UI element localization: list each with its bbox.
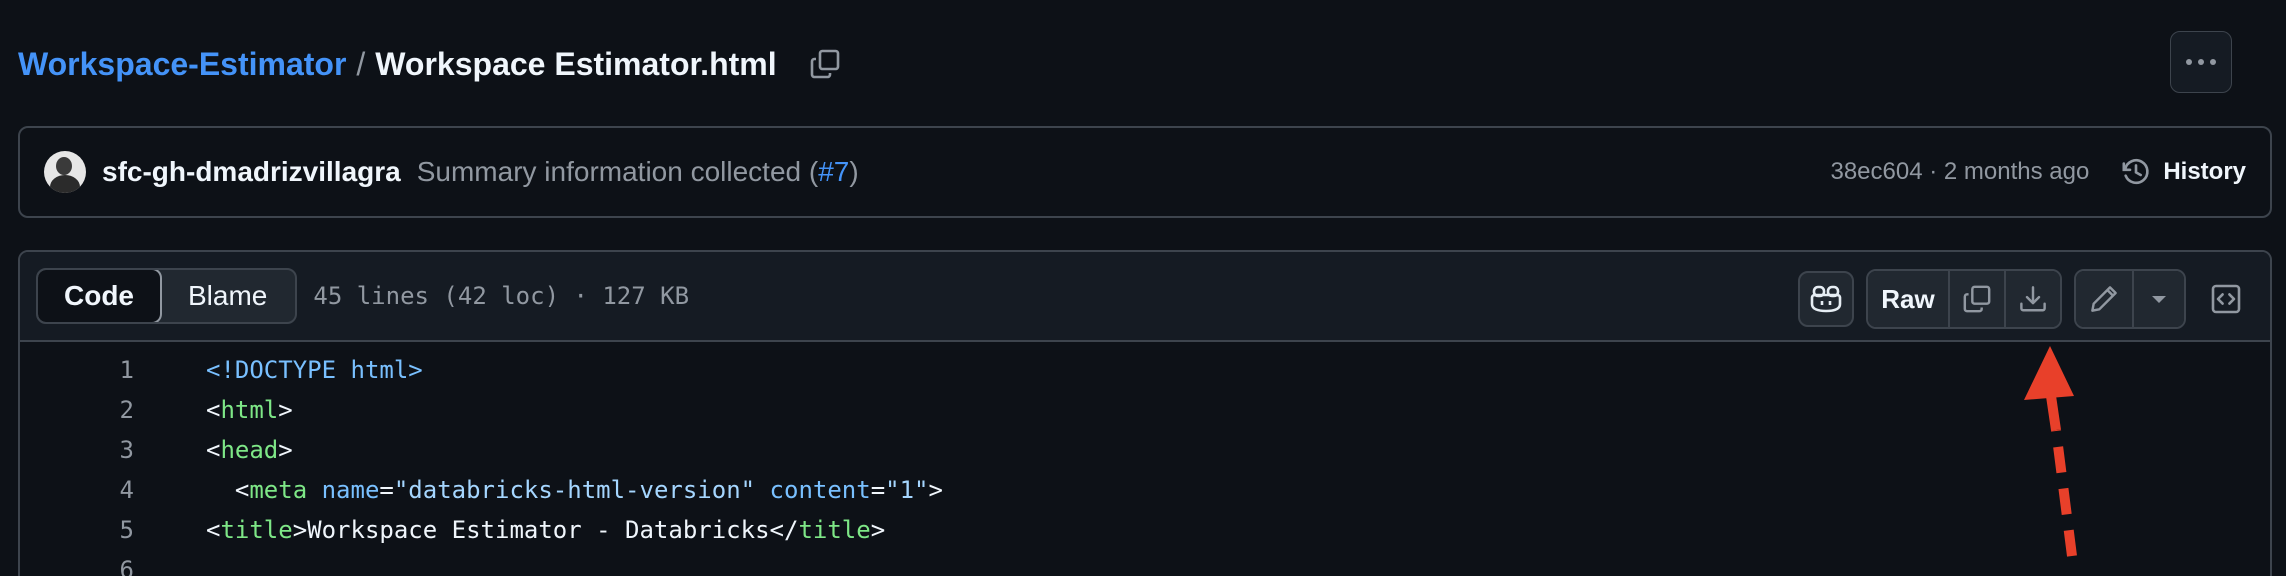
code-view[interactable]: 1 <!DOCTYPE html> 2 <html> 3 <head> 4 <meta na…	[20, 342, 2270, 576]
line-number[interactable]: 4	[20, 476, 134, 504]
code-token: name	[321, 476, 380, 504]
code-token: "databricks-html-version"	[393, 476, 756, 504]
edit-menu-button[interactable]	[2132, 271, 2184, 327]
code-token: title	[798, 516, 871, 544]
code-token: <!DOCTYPE html>	[206, 356, 423, 384]
code-token: html	[220, 396, 279, 424]
code-square-icon	[2211, 284, 2241, 314]
code-token: >	[928, 476, 943, 504]
line-number[interactable]: 5	[20, 516, 134, 544]
code-token: head	[220, 436, 279, 464]
copy-path-button[interactable]	[805, 44, 845, 84]
file-info: 45 lines (42 loc) · 127 KB	[313, 282, 690, 310]
commit-author-link[interactable]: sfc-gh-dmadrizvillagra	[102, 156, 401, 188]
code-token: <	[206, 396, 221, 424]
file-viewer: Code Blame 45 lines (42 loc) · 127 KB Ra…	[18, 250, 2272, 576]
code-token: >	[870, 516, 886, 544]
pencil-icon	[2091, 286, 2117, 312]
code-line[interactable]: 1 <!DOCTYPE html>	[20, 350, 2270, 390]
kebab-horizontal-icon	[2186, 59, 2216, 65]
history-label: History	[2163, 158, 2246, 185]
breadcrumb: Workspace-Estimator / Workspace Estimato…	[18, 40, 845, 88]
copy-icon	[1963, 285, 1991, 313]
commit-message[interactable]: Summary information collected (#7)	[417, 156, 859, 188]
code-token: "1"	[885, 476, 929, 504]
line-number[interactable]: 1	[20, 356, 134, 384]
edit-file-button[interactable]	[2076, 271, 2132, 327]
file-toolbar: Raw	[1798, 269, 2254, 329]
more-options-button[interactable]	[2170, 31, 2232, 93]
copilot-icon	[1810, 285, 1842, 313]
tab-code[interactable]: Code	[38, 270, 162, 322]
line-source: <head>	[206, 436, 293, 464]
raw-actions-group: Raw	[1866, 269, 2062, 329]
history-icon	[2122, 159, 2149, 185]
triangle-down-icon	[2152, 296, 2166, 303]
code-token: >	[278, 396, 293, 424]
view-mode-tabs: Code Blame	[36, 268, 298, 324]
line-source: <!DOCTYPE html>	[206, 356, 423, 384]
copy-icon	[810, 49, 839, 79]
code-token: meta	[249, 476, 308, 504]
copilot-button[interactable]	[1798, 271, 1854, 327]
history-button[interactable]: History	[2121, 157, 2246, 187]
commit-pr-link[interactable]: #7	[818, 156, 849, 187]
file-header: Code Blame 45 lines (42 loc) · 127 KB Ra…	[20, 252, 2270, 342]
code-line[interactable]: 4 <meta name="databricks-html-version" c…	[20, 470, 2270, 510]
download-icon	[2020, 286, 2046, 312]
code-token: =	[379, 476, 394, 504]
code-token: content	[769, 476, 871, 504]
commit-message-suffix: )	[849, 156, 859, 187]
line-number[interactable]: 6	[20, 556, 134, 576]
raw-label: Raw	[1881, 283, 1935, 314]
annotation-arrow	[2024, 346, 2077, 557]
code-token: title	[220, 516, 293, 544]
line-number[interactable]: 2	[20, 396, 134, 424]
code-line[interactable]: 6	[20, 550, 2270, 576]
commit-meta[interactable]: 38ec604 · 2 months ago	[1830, 158, 2089, 186]
commit-message-text: Summary information collected (	[416, 156, 819, 187]
code-token: >Workspace Estimator - Databricks</	[292, 516, 799, 544]
code-token: <	[206, 476, 250, 504]
code-line[interactable]: 5 <title>Workspace Estimator - Databricks…	[20, 510, 2270, 550]
edit-actions-group	[2074, 269, 2186, 329]
symbols-panel-button[interactable]	[2198, 271, 2254, 327]
line-source: <title>Workspace Estimator - Databricks<…	[206, 516, 885, 544]
line-source: <meta name="databricks-html-version" con…	[206, 476, 943, 504]
code-line[interactable]: 3 <head>	[20, 430, 2270, 470]
tab-blame[interactable]: Blame	[160, 270, 295, 322]
code-line[interactable]: 2 <html>	[20, 390, 2270, 430]
code-token: =	[870, 476, 886, 504]
breadcrumb-repo-link[interactable]: Workspace-Estimator	[18, 46, 346, 83]
code-token: <	[206, 436, 221, 464]
copy-raw-button[interactable]	[1948, 271, 2004, 327]
code-token: <	[206, 516, 221, 544]
line-number[interactable]: 3	[20, 436, 134, 464]
raw-button[interactable]: Raw	[1868, 271, 1948, 327]
latest-commit-bar: sfc-gh-dmadrizvillagra Summary informati…	[18, 126, 2272, 218]
file-view-page: Workspace-Estimator / Workspace Estimato…	[0, 0, 2286, 576]
breadcrumb-file-name: Workspace Estimator.html	[375, 45, 777, 82]
line-source: <html>	[206, 396, 293, 424]
download-raw-button[interactable]	[2004, 271, 2060, 327]
code-token: >	[278, 436, 293, 464]
breadcrumb-separator: /	[356, 45, 366, 82]
avatar[interactable]	[44, 151, 86, 193]
